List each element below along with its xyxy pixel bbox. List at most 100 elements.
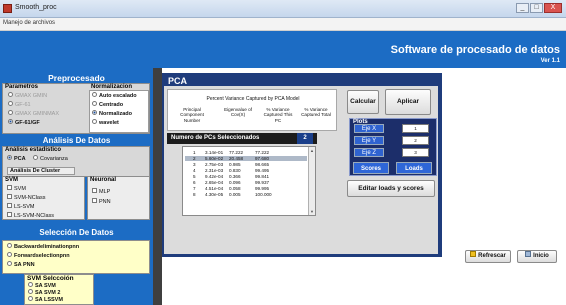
pc-cell: 99.495	[255, 168, 270, 173]
pc-cell: 99.995	[255, 186, 270, 191]
num-pcs-label: Numero de PCs Seleccionados	[167, 133, 317, 144]
pca-option[interactable]: PCA	[7, 155, 26, 162]
sa-pnn-option[interactable]: SA PNN	[7, 261, 35, 268]
banner: Software de procesado de datos Ver 1.1	[0, 31, 566, 68]
pc-cell: 3.14e-01	[205, 150, 224, 155]
header-variance-this: % Variance Captured This PC	[263, 107, 293, 123]
eje-y-field[interactable]: 2	[402, 136, 429, 145]
pc-list-row[interactable]: 6 2.65e-04 0.096 99.937	[185, 180, 307, 185]
pc-cell: 100.000	[255, 192, 272, 197]
menu-item-manejo-archivos[interactable]: Manejo de archivos	[3, 20, 55, 26]
pc-cell: 5.60e-02	[205, 156, 224, 161]
pc-cell: 99.937	[255, 180, 270, 185]
close-button[interactable]: X	[544, 3, 562, 13]
left-panel: Preprocesado Parametros Normalizacion GM…	[0, 68, 153, 305]
inicio-button[interactable]: Inicio	[517, 250, 557, 263]
svm-nclass-option[interactable]: SVM-NClass	[7, 194, 45, 201]
normalizacion-option[interactable]: wavelet	[92, 119, 119, 126]
svm-seleccion-group: SVM Selccoión SA SVM SA SVM 2 SA LSSVM	[24, 274, 94, 305]
pc-cell: 77.222	[229, 150, 244, 155]
parametro-option-selected[interactable]: GF-61/GF	[8, 119, 40, 126]
refresh-icon	[470, 251, 477, 258]
parametro-option[interactable]: GF-61	[8, 101, 31, 108]
covarianza-option[interactable]: Covarianza	[33, 155, 68, 162]
analisis-header: Análisis De Datos	[42, 136, 111, 145]
pc-list-row[interactable]: 7 4.51e-04 0.058 99.995	[185, 186, 307, 191]
eje-y-button[interactable]: Eje Y	[354, 136, 384, 145]
pc-cell: 1	[193, 150, 196, 155]
pc-list-row[interactable]: 4 2.31e-03 0.830 99.495	[185, 168, 307, 173]
pc-cell: 2	[193, 156, 196, 161]
pc-cell: 97.680	[255, 156, 270, 161]
sa-svm2-option[interactable]: SA SVM 2	[28, 289, 60, 296]
pc-cell: 0.985	[229, 162, 241, 167]
header-variance-total: % Variance Captured Total	[301, 107, 331, 118]
maximize-button[interactable]: □	[530, 3, 543, 13]
variance-title: Percent Variance Captured by PCA Model	[206, 96, 300, 102]
scroll-down-icon[interactable]: ▼	[310, 209, 314, 214]
normalizacion-option[interactable]: Auto escalado	[92, 92, 137, 99]
refrescar-button[interactable]: Refrescar	[465, 250, 511, 263]
sa-lssvm-option[interactable]: SA LSSVM	[28, 296, 63, 303]
svm-option[interactable]: SVM	[7, 185, 26, 192]
pc-list-row[interactable]: 3 2.75e-03 0.985 98.665	[185, 162, 307, 167]
seleccion-group: Backwardeliminationpnn Forwardselectionp…	[2, 240, 150, 274]
divider-strip	[153, 68, 162, 305]
pc-cell: 5	[193, 174, 196, 179]
svm-group: SVM SVM SVM-NClass LS-SVM LS-SVM-NClass	[2, 176, 85, 220]
header-eigenvalue: Eigenvalue of Cov(X)	[224, 107, 252, 118]
calcular-button[interactable]: Calcular	[347, 90, 379, 114]
analisis-cluster-button[interactable]: Análisis De Cluster	[7, 167, 75, 175]
analisis-estadistico-group: Análisis estadistico PCA Covarianza Anál…	[2, 146, 150, 177]
num-pcs-value[interactable]: 2	[297, 133, 313, 144]
pc-list-row[interactable]: 2 5.60e-02 20.458 97.680	[185, 156, 307, 161]
window-controls: _ □ X	[516, 3, 562, 13]
forward-option[interactable]: Forwardselectionpnn	[7, 252, 70, 259]
seleccion-header: Selección De Datos	[39, 228, 114, 237]
pc-list-row[interactable]: 8 4.30e-05 0.005 100.000	[185, 192, 307, 197]
pc-cell: 4.51e-04	[205, 186, 224, 191]
sa-svm-option[interactable]: SA SVM	[28, 282, 56, 289]
eje-x-button[interactable]: Eje X	[354, 124, 384, 133]
app-title: Software de procesado de datos	[390, 44, 560, 56]
pc-cell: 98.665	[255, 162, 270, 167]
eje-z-field[interactable]: 3	[402, 148, 429, 157]
neuronal-title: Neuronal	[90, 177, 117, 183]
pc-list-row[interactable]: 5 9.42e-04 0.366 99.841	[185, 174, 307, 179]
scores-button[interactable]: Scores	[353, 162, 389, 174]
pc-cell: 2.75e-03	[205, 162, 224, 167]
eje-z-button[interactable]: Eje Z	[354, 148, 384, 157]
pc-listbox[interactable]: ▲ ▼ 1 3.14e-01 77.222 77.222 2 5.60e-02 20.458…	[182, 146, 316, 216]
eje-x-field[interactable]: 1	[402, 124, 429, 133]
mlp-option[interactable]: MLP	[92, 188, 110, 195]
normalizacion-option-selected[interactable]: Normalizado	[92, 110, 132, 117]
listbox-scrollbar[interactable]: ▲ ▼	[308, 147, 315, 215]
pc-cell: 20.458	[229, 156, 244, 161]
pc-cell: 2.65e-04	[205, 180, 224, 185]
parametro-option[interactable]: GMAX GMINMAX	[8, 110, 59, 117]
editar-loads-scores-button[interactable]: Editar loads y scores	[347, 180, 435, 197]
minimize-button[interactable]: _	[516, 3, 529, 13]
ls-svm-nclass-option[interactable]: LS-SVM-NClass	[7, 212, 54, 219]
pc-cell: 99.841	[255, 174, 270, 179]
variance-table: Percent Variance Captured by PCA Model P…	[167, 89, 337, 131]
app-icon	[3, 4, 12, 13]
pc-list-row[interactable]: 1 3.14e-01 77.222 77.222	[185, 150, 307, 155]
pca-title: PCA	[168, 76, 188, 86]
pc-cell: 0.830	[229, 168, 241, 173]
backward-option[interactable]: Backwardeliminationpnn	[7, 243, 79, 250]
scroll-up-icon[interactable]: ▲	[310, 148, 314, 153]
normalizacion-option[interactable]: Centrado	[92, 101, 123, 108]
title-bar: Smooth_proc _ □ X	[0, 0, 566, 18]
pc-cell: 7	[193, 186, 196, 191]
loads-button[interactable]: Loads	[396, 162, 432, 174]
parametro-option[interactable]: GMAX GMIN	[8, 92, 47, 99]
svm-seleccion-title: SVM Selccoión	[27, 275, 74, 282]
pnn-option[interactable]: PNN	[92, 198, 111, 205]
aplicar-button[interactable]: Aplicar	[385, 89, 431, 115]
pc-cell: 0.058	[229, 186, 241, 191]
pc-cell: 8	[193, 192, 196, 197]
neuronal-group: Neuronal MLP PNN	[87, 176, 150, 220]
ls-svm-option[interactable]: LS-SVM	[7, 203, 34, 210]
pc-cell: 3	[193, 162, 196, 167]
